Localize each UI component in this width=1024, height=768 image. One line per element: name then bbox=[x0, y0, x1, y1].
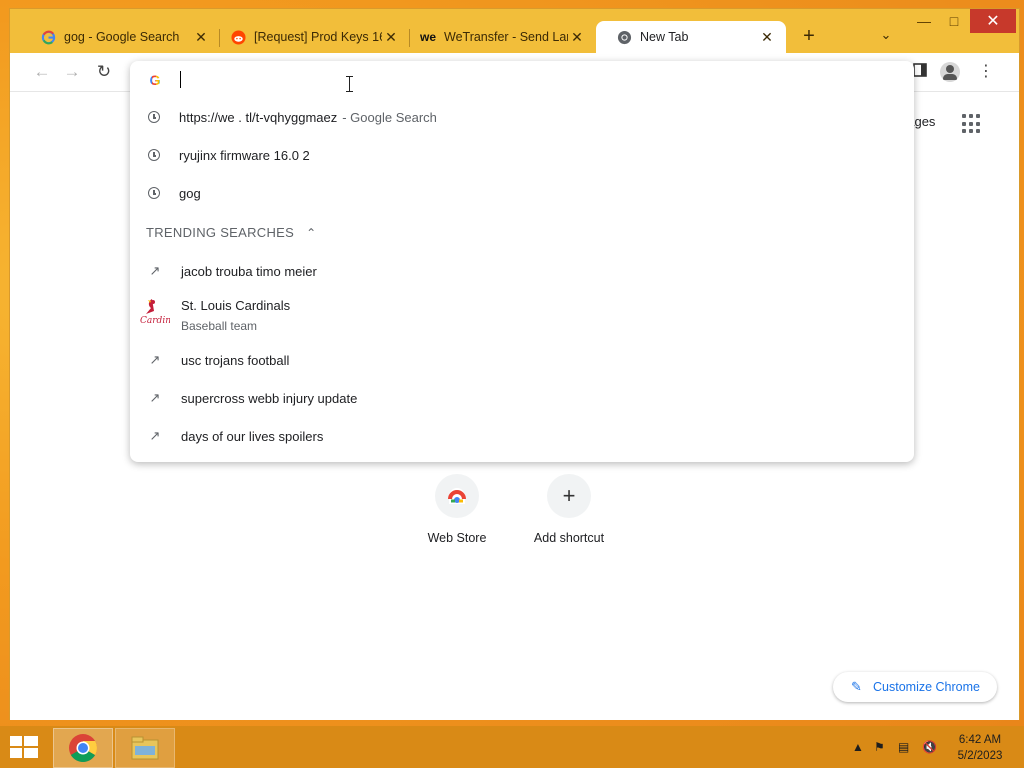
tab-title: gog - Google Search bbox=[64, 30, 180, 44]
volume-muted-icon[interactable]: 🔇 bbox=[922, 740, 937, 754]
chrome-icon bbox=[616, 29, 632, 45]
omnibox-dropdown: G https://we . tl/t-vqhyggmaez - Google … bbox=[130, 61, 914, 462]
shortcut-label: Web Store bbox=[427, 531, 487, 545]
entity-subtitle: Baseball team bbox=[181, 319, 258, 333]
tab-title: New Tab bbox=[640, 30, 689, 44]
new-tab-plus-icon[interactable]: + bbox=[798, 25, 820, 47]
chrome-window: — □ ✕ gog - Google Search ✕ [Request] Pr… bbox=[9, 8, 1020, 720]
network-icon[interactable]: ▤ bbox=[898, 740, 909, 754]
chrome-icon bbox=[69, 734, 97, 762]
tab-search-chevron-icon[interactable]: ⌄ bbox=[876, 27, 896, 47]
suggestion-text: https://we . tl/t-vqhyggmaez bbox=[179, 109, 338, 125]
suggestion-text: usc trojans football bbox=[181, 352, 290, 368]
history-suggestion[interactable]: gog bbox=[130, 174, 914, 212]
history-suggestion[interactable]: ryujinx firmware 16.0 2 bbox=[130, 136, 914, 174]
trending-searches-header[interactable]: TRENDING SEARCHES ⌃ bbox=[146, 225, 316, 240]
entity-suggestion[interactable]: Cardinals St. Louis Cardinals Baseball t… bbox=[130, 289, 914, 337]
chevron-up-icon[interactable]: ⌃ bbox=[306, 226, 316, 240]
omnibox-input[interactable]: G bbox=[130, 61, 914, 99]
close-icon[interactable]: ✕ bbox=[382, 29, 400, 46]
back-arrow-icon[interactable]: ← bbox=[32, 62, 52, 82]
trending-arrow-icon: ↗ bbox=[149, 390, 161, 405]
customize-chrome-button[interactable]: ✎ Customize Chrome bbox=[833, 672, 997, 702]
close-icon[interactable]: ✕ bbox=[568, 29, 586, 46]
windows-taskbar: ▲ ⚑ ▤ 🔇 6:42 AM 5/2/2023 bbox=[0, 726, 1024, 768]
trending-suggestion[interactable]: ↗ days of our lives spoilers bbox=[130, 417, 914, 455]
svg-text:Cardinals: Cardinals bbox=[140, 316, 170, 326]
entity-title: St. Louis Cardinals bbox=[181, 298, 291, 313]
trending-suggestion[interactable]: ↗ supercross webb injury update bbox=[130, 379, 914, 417]
reload-icon[interactable]: ↻ bbox=[94, 62, 114, 82]
history-clock-icon bbox=[148, 149, 160, 161]
tab-reddit[interactable]: [Request] Prod Keys 16. ✕ bbox=[210, 21, 410, 53]
trending-header-label: TRENDING SEARCHES bbox=[146, 225, 295, 240]
tab-strip: gog - Google Search ✕ [Request] Prod Key… bbox=[10, 9, 1019, 55]
tab-title: [Request] Prod Keys 16. bbox=[254, 30, 382, 44]
trending-suggestion[interactable]: ↗ usc trojans football bbox=[130, 341, 914, 379]
trending-arrow-icon: ↗ bbox=[149, 263, 161, 278]
add-shortcut-button[interactable]: + Add shortcut bbox=[519, 474, 619, 545]
trending-arrow-icon: ↗ bbox=[149, 352, 161, 367]
plus-icon: + bbox=[547, 474, 591, 518]
history-clock-icon bbox=[148, 111, 160, 123]
google-g-icon: G bbox=[147, 72, 163, 88]
shortcut-web-store[interactable]: Web Store bbox=[407, 474, 507, 545]
close-icon[interactable]: ✕ bbox=[758, 29, 776, 46]
trending-arrow-icon: ↗ bbox=[149, 428, 161, 443]
tab-google-search[interactable]: gog - Google Search ✕ bbox=[20, 21, 220, 53]
taskbar-clock[interactable]: 6:42 AM 5/2/2023 bbox=[950, 732, 1010, 764]
show-hidden-icons-icon[interactable]: ▲ bbox=[852, 740, 864, 754]
action-center-flag-icon[interactable]: ⚑ bbox=[874, 740, 885, 754]
customize-label: Customize Chrome bbox=[873, 680, 980, 694]
shortcut-label: Add shortcut bbox=[533, 531, 605, 545]
wetransfer-icon: we bbox=[420, 30, 437, 44]
suggestion-text: jacob trouba timo meier bbox=[181, 263, 317, 279]
close-icon[interactable]: ✕ bbox=[192, 29, 210, 46]
suggestion-suffix: - Google Search bbox=[342, 109, 437, 125]
google-g-icon bbox=[40, 29, 56, 45]
reddit-icon bbox=[230, 29, 246, 45]
suggestion-text: gog bbox=[179, 185, 201, 201]
tab-wetransfer[interactable]: we WeTransfer - Send Large ✕ bbox=[400, 21, 596, 53]
cardinals-logo-icon: Cardinals bbox=[138, 297, 184, 327]
suggestion-text: ryujinx firmware 16.0 2 bbox=[179, 147, 310, 163]
text-caret bbox=[180, 71, 181, 88]
more-menu-icon[interactable]: ⋮ bbox=[976, 62, 996, 82]
profile-avatar-icon[interactable] bbox=[940, 62, 960, 82]
trending-suggestion[interactable]: ↗ jacob trouba timo meier bbox=[130, 252, 914, 290]
ibeam-cursor-icon bbox=[346, 76, 354, 92]
pencil-icon: ✎ bbox=[851, 679, 862, 694]
clock-date: 5/2/2023 bbox=[957, 750, 1003, 762]
google-apps-icon[interactable] bbox=[962, 114, 982, 134]
suggestion-text: days of our lives spoilers bbox=[181, 428, 324, 444]
suggestion-text: supercross webb injury update bbox=[181, 390, 358, 406]
tab-new-tab[interactable]: New Tab ✕ bbox=[596, 21, 786, 53]
clock-time: 6:42 AM bbox=[958, 734, 1002, 746]
tab-title: WeTransfer - Send Large bbox=[444, 30, 568, 44]
folder-icon bbox=[131, 736, 159, 760]
taskbar-file-explorer-button[interactable] bbox=[115, 728, 175, 768]
history-suggestion[interactable]: https://we . tl/t-vqhyggmaez - Google Se… bbox=[130, 98, 914, 136]
forward-arrow-icon[interactable]: → bbox=[62, 62, 82, 82]
windows-start-icon[interactable] bbox=[10, 736, 38, 760]
chrome-webstore-icon bbox=[435, 474, 479, 518]
history-clock-icon bbox=[148, 187, 160, 199]
taskbar-chrome-button[interactable] bbox=[53, 728, 113, 768]
